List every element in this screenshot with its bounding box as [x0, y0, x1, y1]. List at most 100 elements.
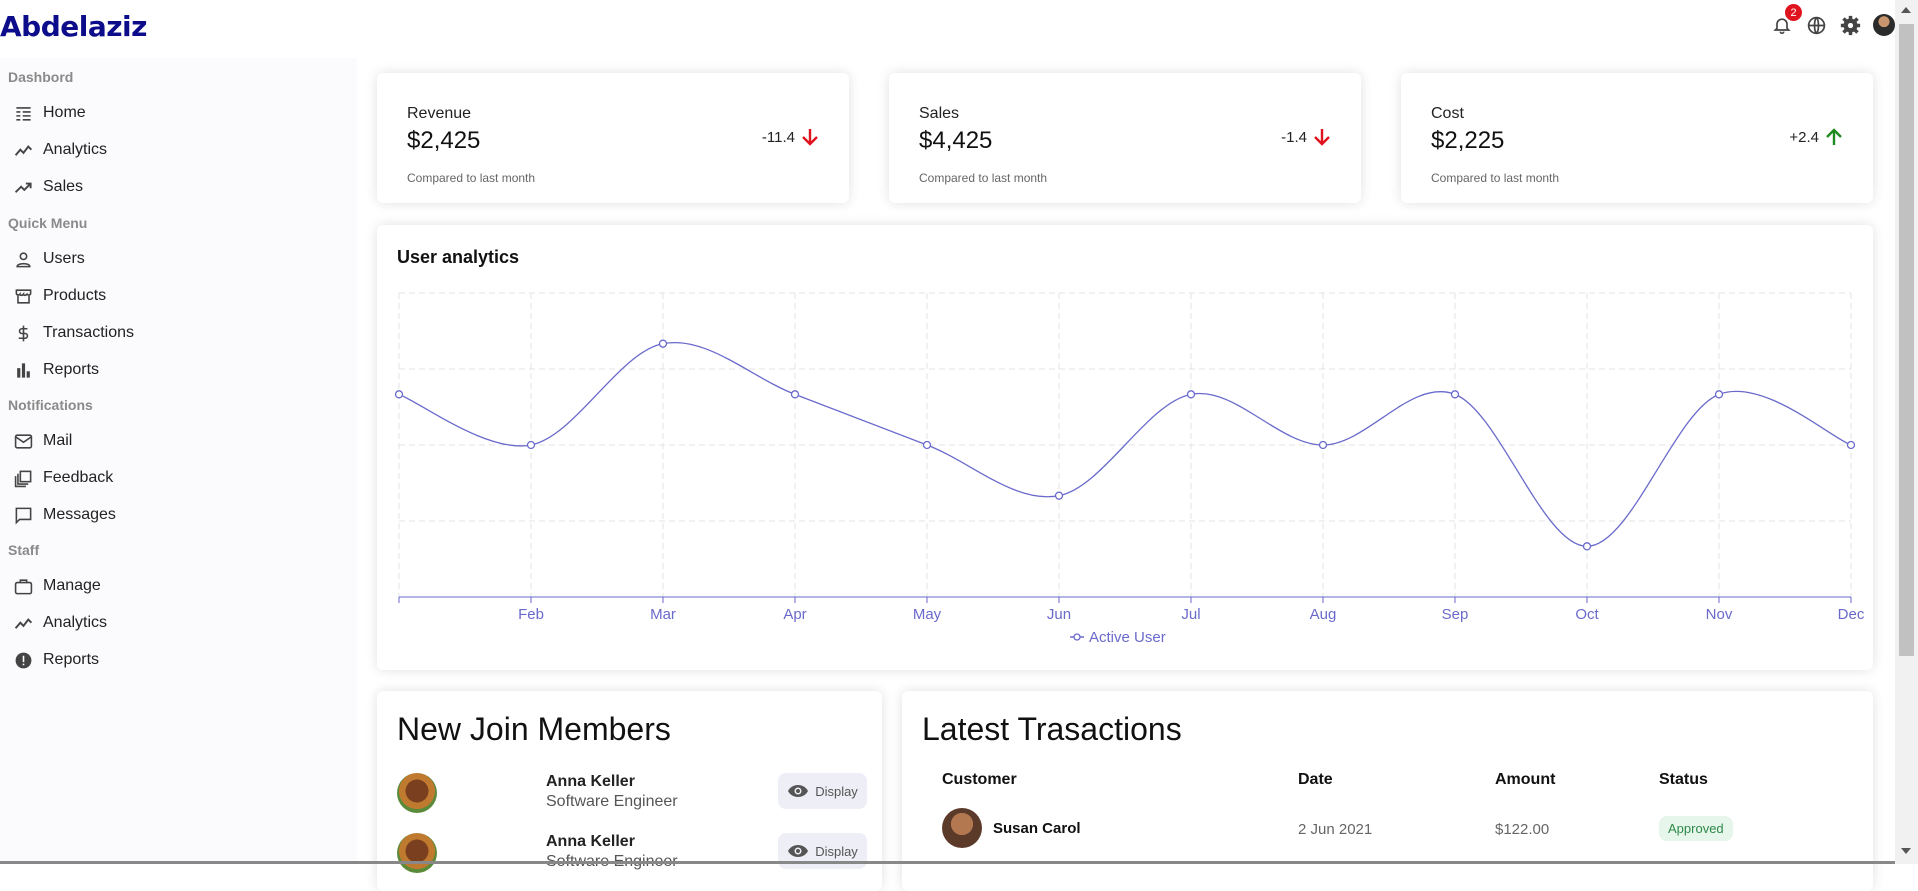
data-point [922, 440, 932, 450]
sidebar-item-home[interactable]: Home [14, 101, 86, 125]
legend-marker-dot [1073, 633, 1081, 641]
user-analytics-chart: Feb Mar Apr May Jun Jul Aug Sep Oct Nov Dec Active … [394, 292, 1865, 646]
sidebar-item-label: Feedback [43, 469, 114, 486]
x-tick-label: Feb [518, 606, 544, 623]
vertical-scrollbar[interactable] [1895, 0, 1918, 864]
column-header-date: Date [1298, 771, 1333, 788]
sidebar-item-mail[interactable]: Mail [14, 429, 72, 453]
kpi-title: Sales [919, 105, 960, 122]
scroll-down-arrow-icon[interactable] [1901, 848, 1911, 854]
main-content: Revenue $2,425 -11.4 Compared to last mo… [357, 58, 1895, 891]
sidebar-item-messages[interactable]: Messages [14, 503, 116, 527]
sidebar-item-label: Reports [43, 651, 100, 668]
transactions-title: Latest Trasactions [922, 711, 1182, 747]
sidebar-item-staff-reports[interactable]: Reports [14, 648, 99, 672]
mail-icon [14, 433, 33, 449]
kpi-delta: +2.4 [1789, 127, 1843, 147]
sidebar-item-label: Analytics [43, 141, 108, 158]
brand-logo[interactable]: Abdelaziz [0, 10, 147, 43]
message-icon [15, 507, 32, 525]
notification-badge: 2 [1785, 4, 1802, 21]
data-point [1318, 440, 1328, 450]
top-icons: 2 [1771, 4, 1895, 36]
sidebar-item-products[interactable]: Products [14, 284, 106, 308]
kpi-delta-value: -1.4 [1281, 128, 1307, 146]
display-button[interactable]: Display [778, 773, 867, 809]
x-tick-label: Jun [1047, 606, 1071, 623]
member-name: Anna Keller [546, 833, 635, 850]
avatar[interactable] [1873, 14, 1895, 36]
trending-icon [14, 617, 33, 629]
feedback-icon [14, 470, 32, 487]
sidebar-item-label: Home [43, 104, 86, 121]
kpi-delta-value: +2.4 [1789, 128, 1819, 146]
sidebar-item-label: Reports [43, 361, 100, 378]
x-tick-label: Oct [1575, 606, 1599, 623]
kpi-value: $2,425 [407, 127, 481, 154]
sidebar-item-sales[interactable]: Sales [14, 175, 83, 199]
scroll-up-arrow-icon[interactable] [1901, 7, 1911, 13]
sidebar-item-label: Users [43, 250, 85, 267]
briefcase-icon [14, 578, 33, 594]
column-header-customer: Customer [942, 771, 1017, 788]
sidebar-item-manage[interactable]: Manage [14, 574, 101, 598]
kpi-card-cost: Cost $2,225 +2.4 Compared to last month [1401, 73, 1873, 203]
kpi-value: $4,425 [919, 127, 993, 154]
sidebar-item-analytics[interactable]: Analytics [14, 138, 107, 162]
kpi-title: Cost [1431, 105, 1464, 122]
data-point [394, 390, 404, 399]
sidebar-item-staff-analytics[interactable]: Analytics [14, 611, 107, 635]
member-name: Anna Keller [546, 773, 635, 790]
kpi-delta-value: -11.4 [761, 128, 795, 146]
bell-icon[interactable]: 2 [1771, 4, 1802, 36]
dollar-icon [18, 325, 29, 341]
display-button-label: Display [815, 843, 858, 859]
sidebar-item-users[interactable]: Users [14, 247, 85, 271]
data-point [1450, 390, 1460, 399]
sidebar-item-label: Transactions [43, 324, 134, 341]
kpi-delta: -11.4 [762, 127, 819, 147]
x-tick-label: Dec [1838, 606, 1865, 623]
x-tick-label: Aug [1310, 606, 1337, 623]
gear-icon[interactable] [1839, 14, 1861, 36]
sidebar-section-quick-menu: Quick Menu [8, 215, 88, 231]
data-point [1846, 440, 1856, 450]
kpi-subtitle: Compared to last month [407, 171, 536, 185]
dashboard-icon [16, 106, 31, 121]
bar-chart-icon [17, 362, 30, 378]
member-item: Anna Keller Software Engineer Display [397, 833, 867, 881]
data-point [1714, 390, 1724, 399]
x-tick-label: Jul [1181, 606, 1200, 623]
sidebar-section-notifications: Notifications [8, 397, 93, 413]
member-role: Software Engineer [546, 793, 678, 810]
sidebar-item-reports[interactable]: Reports [14, 358, 99, 382]
x-tick-label: Sep [1442, 606, 1469, 623]
sidebar-item-transactions[interactable]: Transactions [14, 321, 134, 345]
alert-icon [15, 652, 32, 668]
kpi-delta: -1.4 [1281, 127, 1331, 147]
data-point [1054, 491, 1064, 500]
sidebar-item-label: Sales [43, 178, 84, 195]
sidebar-item-feedback[interactable]: Feedback [14, 466, 113, 490]
arrow-down-icon [1314, 129, 1330, 146]
sidebar-item-label: Analytics [43, 614, 108, 631]
column-header-amount: Amount [1495, 771, 1556, 788]
status-badge: Approved [1659, 816, 1733, 841]
display-button-label: Display [815, 783, 858, 799]
trending-icon [14, 144, 33, 156]
series-line-active-user [398, 341, 1852, 547]
kpi-value: $2,225 [1431, 127, 1505, 154]
arrow-down-icon [802, 129, 818, 146]
data-point [1582, 542, 1592, 551]
kpi-card-sales: Sales $4,425 -1.4 Compared to last month [889, 73, 1361, 203]
eye-icon [788, 785, 809, 797]
customer-name: Susan Carol [993, 820, 1081, 837]
eye-icon [788, 845, 809, 857]
arrow-up-icon [1826, 128, 1842, 145]
sidebar-item-label: Mail [43, 432, 73, 449]
scroll-thumb[interactable] [1899, 24, 1914, 656]
kpi-title: Revenue [407, 105, 472, 122]
transaction-amount: $122.00 [1495, 821, 1550, 838]
globe-icon[interactable] [1805, 14, 1827, 36]
data-point [658, 339, 668, 348]
